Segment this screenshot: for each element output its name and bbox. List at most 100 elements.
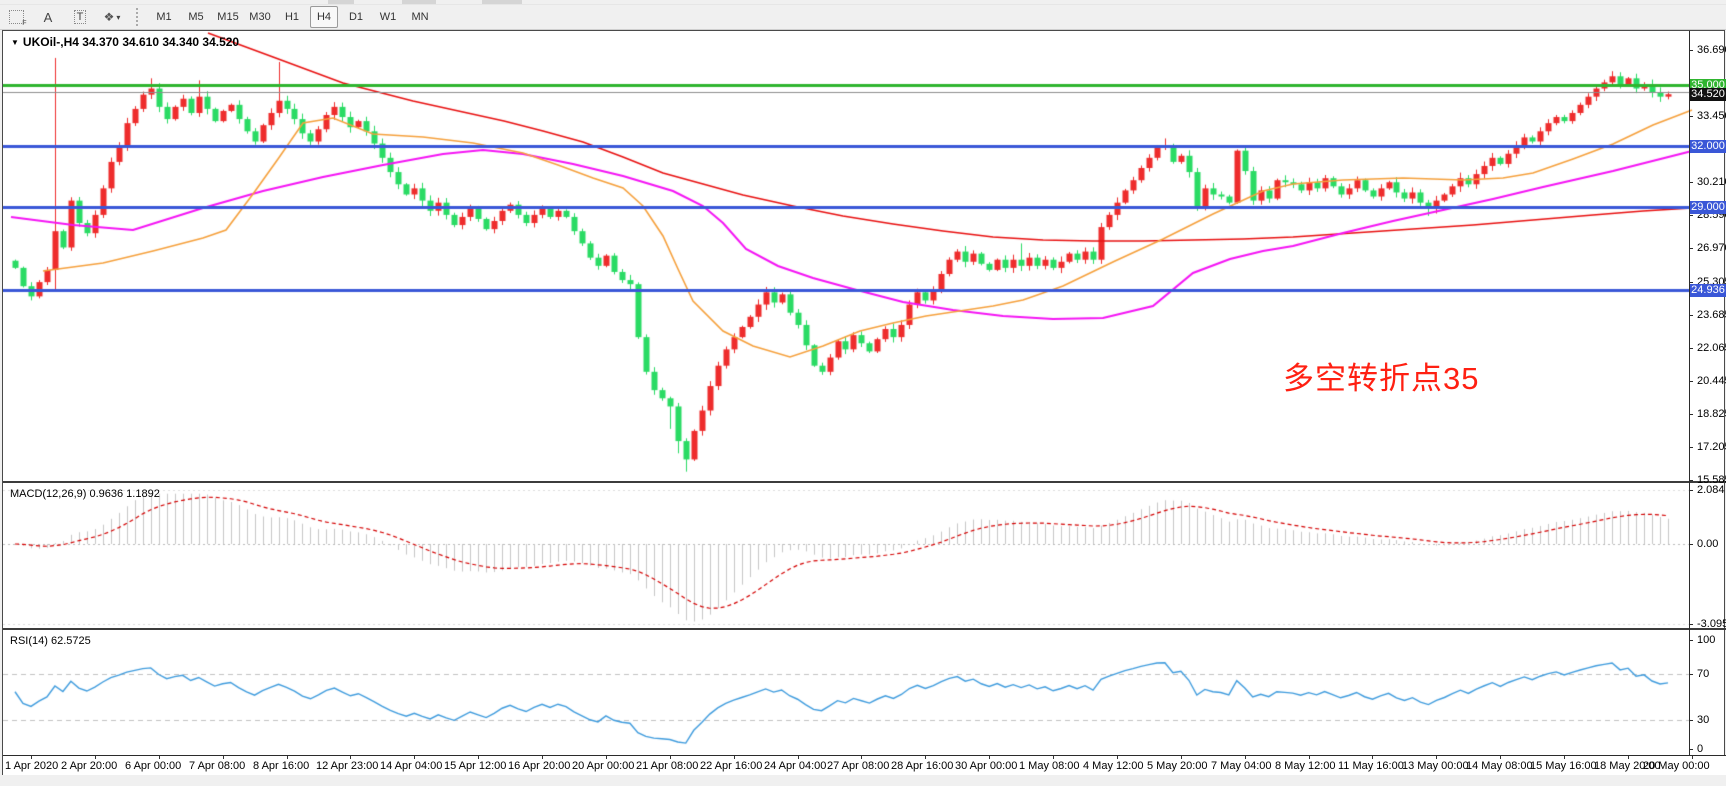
time-axis-label: 11 May 16:00 (1338, 760, 1404, 772)
time-tick-mark (159, 756, 160, 759)
time-tick-mark (798, 756, 799, 759)
cropped-toolbar-fragment (328, 0, 354, 4)
time-axis-label: 4 May 12:00 (1083, 760, 1144, 772)
time-axis-label: 16 Apr 20:00 (508, 760, 570, 772)
axis-tick-mark (1689, 674, 1693, 675)
tf-button-w1[interactable]: W1 (374, 6, 402, 28)
time-axis-label: 24 Apr 04:00 (764, 760, 826, 772)
time-tick-mark (1117, 756, 1118, 759)
panel-separator[interactable] (3, 628, 1726, 630)
rsi-panel-canvas[interactable] (3, 631, 1693, 755)
tf-button-m1[interactable]: M1 (150, 6, 178, 28)
time-tick-mark (95, 756, 96, 759)
time-axis-label: 8 Apr 16:00 (253, 760, 309, 772)
tf-button-m30[interactable]: M30 (246, 6, 274, 28)
price-axis-label: 30 (1697, 714, 1709, 726)
time-tick-mark (1628, 756, 1629, 759)
price-axis-label: 0 (1697, 743, 1703, 755)
price-level-badge: 34.520 (1690, 88, 1726, 101)
time-tick-mark (1692, 756, 1693, 759)
time-tick-mark (414, 756, 415, 759)
time-axis[interactable]: 1 Apr 20202 Apr 20:006 Apr 00:007 Apr 08… (3, 755, 1726, 777)
axis-tick-mark (1689, 624, 1693, 625)
time-axis-label: 2 Apr 20:00 (61, 760, 117, 772)
price-axis-label: 20.445 (1697, 375, 1726, 387)
time-axis-label: 20 Apr 00:00 (572, 760, 634, 772)
axis-tick-mark (1689, 348, 1693, 349)
bottom-strip (0, 775, 1726, 786)
price-axis-label: 26.970 (1697, 242, 1726, 254)
axis-tick-mark (1689, 381, 1693, 382)
time-axis-label: 30 Apr 00:00 (955, 760, 1017, 772)
time-tick-mark (670, 756, 671, 759)
tf-button-h1[interactable]: H1 (278, 6, 306, 28)
time-axis-label: 28 Apr 16:00 (891, 760, 953, 772)
time-tick-mark (1372, 756, 1373, 759)
time-axis-label: 7 Apr 08:00 (189, 760, 245, 772)
price-axis-label: 23.685 (1697, 309, 1726, 321)
price-level-badge: 29.000 (1690, 201, 1726, 214)
tf-button-h4[interactable]: H4 (310, 6, 338, 28)
tf-button-m5[interactable]: M5 (182, 6, 210, 28)
arrow-objects-icon[interactable]: ❖▾ (98, 6, 126, 28)
price-axis-label: 17.205 (1697, 441, 1726, 453)
axis-tick-mark (1689, 490, 1693, 491)
time-tick-mark (1245, 756, 1246, 759)
axis-tick-mark (1689, 480, 1693, 481)
toolbar-separator[interactable] (136, 8, 142, 26)
axis-tick-mark (1689, 414, 1693, 415)
time-axis-label: 15 Apr 12:00 (444, 760, 506, 772)
axis-tick-mark (1689, 315, 1693, 316)
text-box-icon[interactable]: T (66, 6, 94, 28)
time-tick-mark (989, 756, 990, 759)
macd-indicator-label: MACD(12,26,9) 0.9636 1.1892 (10, 488, 160, 500)
tf-button-mn[interactable]: MN (406, 6, 434, 28)
axis-tick-mark (1689, 640, 1693, 641)
price-chart-canvas[interactable] (3, 31, 1693, 481)
axis-tick-mark (1689, 749, 1693, 750)
period-separators-icon[interactable]: F (2, 6, 30, 28)
time-tick-mark (606, 756, 607, 759)
time-axis-label: 22 Apr 16:00 (700, 760, 762, 772)
price-axis-label: 2.084 (1697, 484, 1725, 496)
time-axis-label: 14 Apr 04:00 (380, 760, 442, 772)
price-level-badge: 32.000 (1690, 140, 1726, 153)
time-axis-label: 20 May 00:00 (1643, 760, 1710, 772)
time-axis-label: 7 May 04:00 (1211, 760, 1272, 772)
time-axis-label: 13 May 00:00 (1402, 760, 1469, 772)
axis-tick-mark (1689, 116, 1693, 117)
price-axis-label: -3.0957 (1697, 618, 1726, 630)
time-axis-label: 21 Apr 08:00 (636, 760, 698, 772)
price-axis-label: 22.065 (1697, 342, 1726, 354)
chart-window: ▼UKOil-,H4 34.370 34.610 34.340 34.520 多… (2, 30, 1725, 775)
axis-tick-mark (1689, 50, 1693, 51)
cropped-toolbar-fragment (402, 0, 436, 4)
axis-tick-mark (1689, 282, 1693, 283)
price-axis-label: 100 (1697, 634, 1715, 646)
time-axis-label: 15 May 16:00 (1530, 760, 1597, 772)
axis-tick-mark (1689, 720, 1693, 721)
symbol-dropdown-icon[interactable]: ▼ (11, 38, 19, 47)
price-level-badge: 24.936 (1690, 284, 1726, 297)
mt4-terminal: FAT❖▾ M1M5M15M30H1H4D1W1MN ▼ UKOil-,H4 34.… (0, 0, 1726, 786)
macd-panel-canvas[interactable] (3, 484, 1693, 628)
ohlc-readout: 34.370 34.610 34.340 34.520 (82, 35, 239, 49)
time-axis-label: 1 May 08:00 (1019, 760, 1080, 772)
time-tick-mark (861, 756, 862, 759)
tf-button-d1[interactable]: D1 (342, 6, 370, 28)
time-axis-label: 8 May 12:00 (1275, 760, 1336, 772)
time-tick-mark (478, 756, 479, 759)
symbol-name: UKOil-,H4 (23, 35, 79, 49)
time-tick-mark (1500, 756, 1501, 759)
time-axis-label: 6 Apr 00:00 (125, 760, 181, 772)
time-tick-mark (1309, 756, 1310, 759)
price-axis-label: 18.825 (1697, 408, 1726, 420)
axis-tick-mark (1689, 248, 1693, 249)
time-axis-label: 27 Apr 08:00 (827, 760, 889, 772)
text-label-icon[interactable]: A (34, 6, 62, 28)
time-tick-mark (287, 756, 288, 759)
panel-separator[interactable] (3, 481, 1726, 483)
axis-tick-mark (1689, 215, 1693, 216)
time-tick-mark (31, 756, 32, 759)
tf-button-m15[interactable]: M15 (214, 6, 242, 28)
